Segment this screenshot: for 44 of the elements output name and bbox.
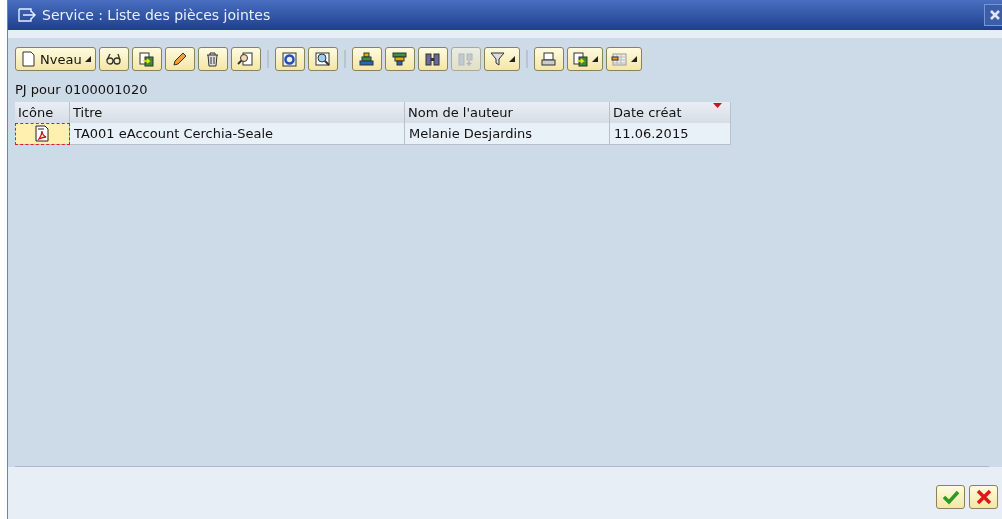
filter-icon	[488, 50, 506, 68]
layout-grid-button[interactable]	[605, 47, 642, 71]
cross-icon	[974, 489, 993, 505]
window-title: Service : Liste des pièces jointes	[42, 7, 272, 23]
new-button[interactable]: Nveau	[15, 47, 96, 71]
export-button[interactable]	[131, 47, 162, 71]
magnifier-button[interactable]	[230, 47, 261, 71]
pencil-button[interactable]	[164, 47, 195, 71]
binoculars-icon	[424, 50, 442, 68]
print-icon	[540, 50, 558, 68]
table-cell: TA001 eAccount Cerchia-Seale	[69, 123, 405, 145]
trash-button[interactable]	[197, 47, 228, 71]
binoculars-button[interactable]	[417, 47, 448, 71]
print-button[interactable]	[533, 47, 564, 71]
sort-descending-icon	[391, 50, 409, 68]
checkmark-icon	[941, 489, 960, 505]
column-header[interactable]: Icône	[15, 102, 70, 123]
sort-ascending-icon	[358, 50, 376, 68]
sort-descending-button[interactable]	[384, 47, 415, 71]
pencil-icon	[171, 50, 189, 68]
pdf-file-icon	[34, 125, 50, 142]
zoom-button[interactable]	[307, 47, 338, 71]
column-header[interactable]: Titre	[69, 102, 405, 123]
export-icon	[571, 50, 589, 68]
export-button[interactable]	[566, 47, 603, 71]
table-cell: 11.06.2015	[609, 123, 731, 145]
icon-cell[interactable]	[15, 123, 70, 145]
cancel-button[interactable]	[969, 485, 998, 509]
document-icon	[20, 50, 37, 68]
column-header[interactable]: Date créat	[609, 102, 731, 123]
export-icon	[138, 50, 156, 68]
zoom-icon	[314, 50, 332, 68]
refresh-button[interactable]	[274, 47, 305, 71]
close-icon[interactable]	[984, 4, 1002, 26]
confirm-button[interactable]	[936, 485, 965, 509]
caption: PJ pour 0100001020	[15, 82, 149, 97]
table-cell: Melanie Desjardins	[404, 123, 610, 145]
filter-button[interactable]	[483, 47, 520, 71]
sort-ascending-button[interactable]	[351, 47, 382, 71]
column-header[interactable]: Nom de l'auteur	[404, 102, 610, 123]
window-icon	[18, 8, 36, 22]
glasses-button[interactable]	[98, 47, 129, 71]
magnifier-icon	[237, 50, 255, 68]
layout-grid-icon	[610, 50, 628, 68]
